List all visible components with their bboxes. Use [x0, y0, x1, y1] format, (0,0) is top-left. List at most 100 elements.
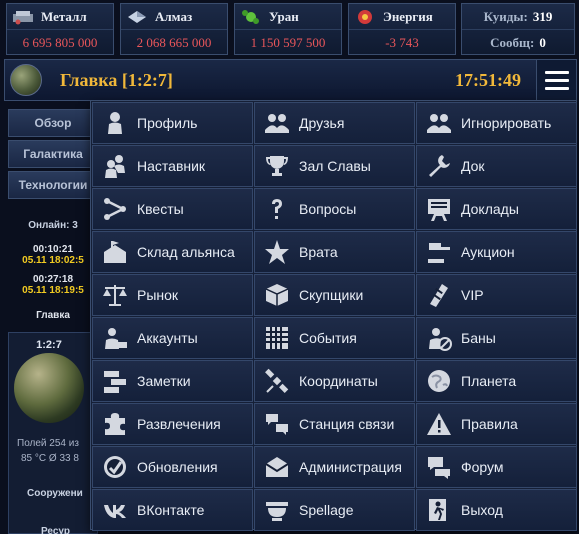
resource-value: 2 068 665 000	[136, 34, 212, 50]
menu-item-forum[interactable]: Форум	[416, 446, 577, 488]
credits-label: Куиды:	[483, 8, 528, 24]
accounts-icon	[101, 324, 129, 352]
tab-galaxy[interactable]: Галактика	[8, 140, 98, 168]
planet-image[interactable]	[14, 353, 84, 423]
menu-item-events[interactable]: События	[254, 317, 415, 359]
hamburger-icon[interactable]	[536, 60, 576, 100]
planet-title[interactable]: Главка [1:2:7]	[60, 70, 173, 91]
notes-icon	[101, 367, 129, 395]
main-dropdown-menu: Профиль Друзья Игнорировать Наставник За…	[90, 100, 577, 531]
quests-icon	[101, 195, 129, 223]
event-timer[interactable]: 00:27:18 05.11 18:19:5	[8, 274, 98, 296]
planet-name: Главка	[36, 310, 70, 321]
resources-link[interactable]: Ресур	[41, 526, 70, 534]
mail-icon	[263, 453, 291, 481]
messages-label: Сообщ:	[490, 34, 535, 50]
credits-value: 319	[532, 8, 553, 24]
menu-item-exit[interactable]: Выход	[416, 489, 577, 531]
satellite-icon	[263, 367, 291, 395]
forum-icon	[425, 453, 453, 481]
menu-item-quests[interactable]: Квесты	[92, 188, 253, 230]
menu-item-auction[interactable]: Аукцион	[416, 231, 577, 273]
menu-item-friends[interactable]: Друзья	[254, 102, 415, 144]
wrench-icon	[425, 152, 453, 180]
planet-header: Главка [1:2:7] 17:51:49	[4, 59, 577, 101]
resource-name: Уран	[269, 8, 299, 24]
question-icon	[263, 195, 291, 223]
menu-item-rules[interactable]: Правила	[416, 403, 577, 445]
resource-value: 6 695 805 000	[22, 34, 98, 50]
menu-item-coordinates[interactable]: Координаты	[254, 360, 415, 402]
friends-icon	[263, 109, 291, 137]
scales-icon	[101, 281, 129, 309]
resource-name: Энергия	[383, 8, 433, 24]
resource-name: Алмаз	[155, 8, 193, 24]
menu-item-accounts[interactable]: Аккаунты	[92, 317, 253, 359]
menu-item-questions[interactable]: Вопросы	[254, 188, 415, 230]
menu-item-vkontakte[interactable]: ВКонтакте	[92, 489, 253, 531]
ban-icon	[425, 324, 453, 352]
planet-panel: 1:2:7 Полей 254 из 85 °C Ø 33 8 Сооружен…	[8, 332, 98, 534]
menu-item-updates[interactable]: Обновления	[92, 446, 253, 488]
energy-icon	[358, 9, 372, 24]
trophy-icon	[263, 152, 291, 180]
fields-info: Полей 254 из	[17, 438, 79, 449]
menu-item-dock[interactable]: Док	[416, 145, 577, 187]
warning-icon	[425, 410, 453, 438]
resource-uranium[interactable]: Уран 1 150 597 500	[234, 3, 342, 55]
resource-value: -3 743	[385, 34, 419, 50]
stats-box[interactable]: Куиды: 319 Сообщ: 0	[461, 3, 575, 55]
tab-overview[interactable]: Обзор	[8, 109, 98, 137]
menu-item-entertainment[interactable]: Развлечения	[92, 403, 253, 445]
tab-technologies[interactable]: Технологии	[8, 171, 98, 199]
resource-value: 1 150 597 500	[250, 34, 326, 50]
cauldron-icon	[263, 496, 291, 524]
menu-item-bans[interactable]: Баны	[416, 317, 577, 359]
resource-energy[interactable]: Энергия -3 743	[348, 3, 456, 55]
calendar-icon	[263, 324, 291, 352]
menu-item-hall-of-fame[interactable]: Зал Славы	[254, 145, 415, 187]
puzzle-icon	[101, 410, 129, 438]
update-icon	[101, 453, 129, 481]
menu-item-spellage[interactable]: Spellage	[254, 489, 415, 531]
metal-icon	[13, 10, 33, 24]
resource-name: Металл	[41, 8, 87, 24]
menu-item-alliance-warehouse[interactable]: Склад альянса	[92, 231, 253, 273]
menu-item-administration[interactable]: Администрация	[254, 446, 415, 488]
online-count: Онлайн: 3	[28, 220, 78, 231]
vk-icon	[101, 496, 129, 524]
menu-item-vip[interactable]: VIP	[416, 274, 577, 316]
planet-coords: 1:2:7	[36, 339, 62, 351]
auction-gavel-icon	[425, 238, 453, 266]
menu-item-planet[interactable]: Планета	[416, 360, 577, 402]
reports-icon	[425, 195, 453, 223]
chat-station-icon	[263, 410, 291, 438]
menu-item-buyers[interactable]: Скупщики	[254, 274, 415, 316]
menu-item-communication-station[interactable]: Станция связи	[254, 403, 415, 445]
menu-item-notes[interactable]: Заметки	[92, 360, 253, 402]
resource-metal[interactable]: Металл 6 695 805 000	[6, 3, 114, 55]
menu-item-ignore[interactable]: Игнорировать	[416, 102, 577, 144]
gate-icon	[263, 238, 291, 266]
menu-item-reports[interactable]: Доклады	[416, 188, 577, 230]
planet-thumbnail[interactable]	[10, 64, 42, 96]
menu-item-profile[interactable]: Профиль	[92, 102, 253, 144]
messages-value: 0	[539, 34, 546, 50]
planet-icon	[425, 367, 453, 395]
box-icon	[263, 281, 291, 309]
temperature-info: 85 °C Ø 33 8	[21, 453, 79, 464]
alliance-warehouse-icon	[101, 238, 129, 266]
buildings-link[interactable]: Сооружени	[27, 488, 83, 499]
exit-icon	[425, 496, 453, 524]
menu-item-mentor[interactable]: Наставник	[92, 145, 253, 187]
event-timer[interactable]: 00:10:21 05.11 18:02:5	[8, 244, 98, 266]
resource-crystal[interactable]: Алмаз 2 068 665 000	[120, 3, 228, 55]
server-clock: 17:51:49	[455, 70, 521, 90]
uranium-icon	[242, 9, 259, 24]
profile-icon	[101, 109, 129, 137]
crystal-icon	[128, 10, 146, 23]
menu-item-market[interactable]: Рынок	[92, 274, 253, 316]
menu-item-gate[interactable]: Врата	[254, 231, 415, 273]
vip-icon	[425, 281, 453, 309]
ignore-icon	[425, 109, 453, 137]
